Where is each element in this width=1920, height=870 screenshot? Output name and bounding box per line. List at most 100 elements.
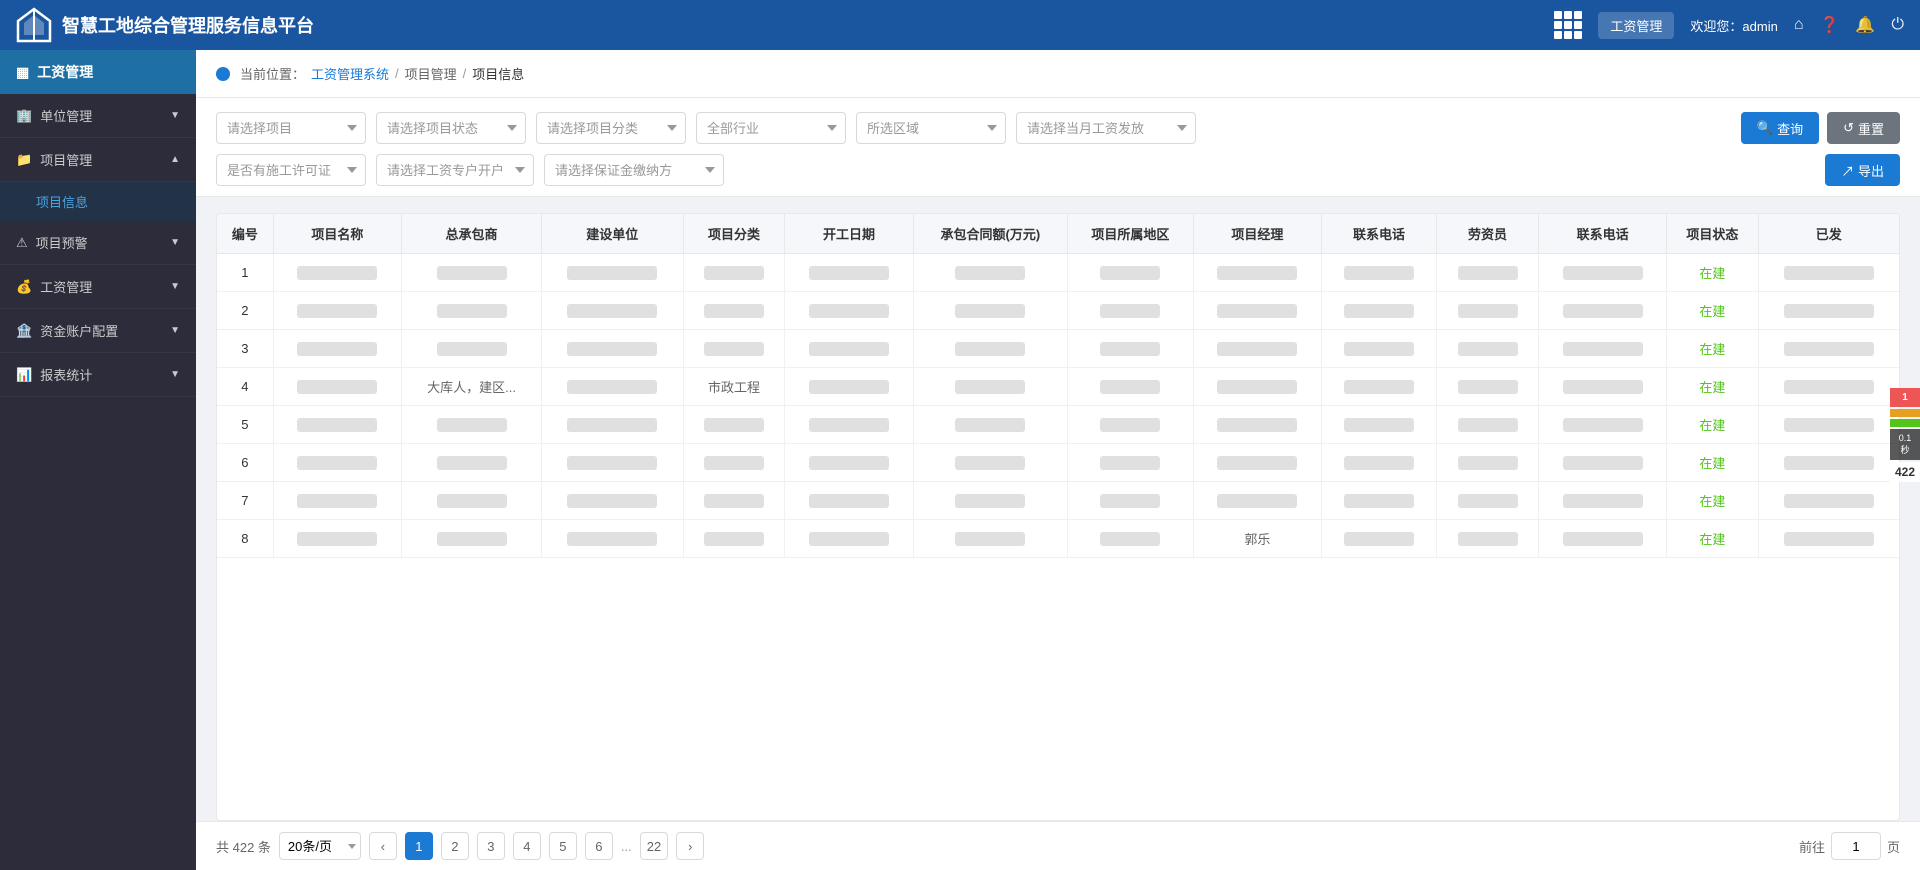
sidebar-item-project-info[interactable]: 项目信息 (0, 182, 196, 221)
sidebar-item-account-config[interactable]: 🏦 资金账户配置 ▼ (0, 309, 196, 353)
breadcrumb-sep-1: / (395, 66, 399, 81)
help-icon[interactable]: ❓ (1820, 15, 1840, 35)
col-manager: 项目经理 (1193, 214, 1321, 254)
filter-row-2-left: 是否有施工许可证 请选择工资专户开户 请选择保证金缴纳方 (216, 154, 724, 186)
main-layout: ▦ 工资管理 🏢 单位管理 ▼ 📁 项目管理 ▲ 项目信息 ⚠ (0, 50, 1920, 870)
breadcrumb: 当前位置： 工资管理系统 / 项目管理 / 项目信息 (196, 50, 1920, 98)
select-category[interactable]: 请选择项目分类 (536, 112, 686, 144)
sidebar-sub-project: 项目信息 (0, 182, 196, 221)
pagination-area: 共 422 条 20条/页 50条/页 100条/页 ‹ 1 2 3 4 5 6… (196, 821, 1920, 870)
select-guarantee[interactable]: 请选择保证金缴纳方 (544, 154, 724, 186)
table-area: 编号 项目名称 总承包商 建设单位 项目分类 开工日期 承包合同额(万元) 项目… (196, 197, 1920, 821)
home-icon[interactable]: ⌂ (1794, 16, 1804, 34)
col-contractor: 总承包商 (402, 214, 542, 254)
search-icon: 🔍 (1757, 120, 1773, 136)
sidebar-item-project-warning[interactable]: ⚠ 项目预警 ▼ (0, 221, 196, 265)
filter-row-1: 请选择项目 请选择项目状态 请选择项目分类 全部行业 所选区域 请选择当月工资发… (216, 112, 1900, 144)
sidebar-label-wage: 工资管理 (40, 277, 92, 296)
breadcrumb-sep-2: / (463, 66, 467, 81)
header: 智慧工地综合管理服务信息平台 工资管理 欢迎您：admin ⌂ ❓ 🔔 ⏻ (0, 0, 1920, 50)
col-start-date: 开工日期 (785, 214, 913, 254)
col-status: 项目状态 (1667, 214, 1758, 254)
select-wage-account[interactable]: 请选择工资专户开户 (376, 154, 534, 186)
chevron-wage: ▼ (170, 281, 180, 292)
table-row: 3 在建 (217, 330, 1899, 368)
right-panel-badge-1[interactable]: 1 (1890, 388, 1920, 407)
col-no: 编号 (217, 214, 273, 254)
col-paid: 已发 (1758, 214, 1899, 254)
logo-area: 智慧工地综合管理服务信息平台 (16, 7, 1554, 43)
select-wage-date[interactable]: 请选择当月工资发放 (1016, 112, 1196, 144)
bell-icon[interactable]: 🔔 (1855, 15, 1875, 35)
chevron-unit: ▼ (170, 110, 180, 121)
welcome-text: 欢迎您：admin (1690, 16, 1777, 35)
page-3-button[interactable]: 3 (477, 832, 505, 860)
select-area[interactable]: 所选区域 (856, 112, 1006, 144)
sidebar-label-unit: 单位管理 (40, 106, 92, 125)
right-panel-info[interactable]: 0.1秒 (1890, 429, 1920, 460)
sidebar-item-unit-mgmt[interactable]: 🏢 单位管理 ▼ (0, 94, 196, 138)
total-info: 共 422 条 (216, 837, 271, 856)
filter-row-2: 是否有施工许可证 请选择工资专户开户 请选择保证金缴纳方 ↗ 导出 (216, 154, 1900, 186)
page-1-button[interactable]: 1 (405, 832, 433, 860)
sidebar-top-label: 工资管理 (37, 62, 93, 82)
sidebar-item-report-stats[interactable]: 📊 报表统计 ▼ (0, 353, 196, 397)
account-icon: 🏦 (16, 323, 32, 339)
export-button[interactable]: ↗ 导出 (1825, 154, 1900, 186)
apps-icon[interactable] (1554, 11, 1582, 39)
logo-icon (16, 7, 52, 43)
table-wrapper: 编号 项目名称 总承包商 建设单位 项目分类 开工日期 承包合同额(万元) 项目… (216, 213, 1900, 821)
prev-page-button[interactable]: ‹ (369, 832, 397, 860)
page-size-select[interactable]: 20条/页 50条/页 100条/页 (279, 832, 361, 860)
table-row: 8 郭乐 在建 (217, 520, 1899, 558)
breadcrumb-item-2: 项目管理 (405, 64, 457, 83)
col-contract-amount: 承包合同额(万元) (913, 214, 1067, 254)
report-icon: 📊 (16, 367, 32, 383)
select-status[interactable]: 请选择项目状态 (376, 112, 526, 144)
breadcrumb-dot (216, 67, 230, 81)
page-2-button[interactable]: 2 (441, 832, 469, 860)
col-category: 项目分类 (683, 214, 785, 254)
page-6-button[interactable]: 6 (585, 832, 613, 860)
right-panel-green[interactable] (1890, 419, 1920, 427)
export-icon: ↗ (1841, 164, 1854, 179)
reset-button[interactable]: ↺ 重置 (1827, 112, 1900, 144)
sidebar-item-wage-mgmt[interactable]: 💰 工资管理 ▼ (0, 265, 196, 309)
sidebar-item-project-mgmt[interactable]: 📁 项目管理 ▲ (0, 138, 196, 182)
table-header-row: 编号 项目名称 总承包商 建设单位 项目分类 开工日期 承包合同额(万元) 项目… (217, 214, 1899, 254)
right-panel-orange[interactable] (1890, 409, 1920, 417)
table-row: 1 在建 (217, 254, 1899, 292)
col-name: 项目名称 (273, 214, 401, 254)
data-table: 编号 项目名称 总承包商 建设单位 项目分类 开工日期 承包合同额(万元) 项目… (217, 214, 1899, 558)
right-panel-count: 422 (1890, 462, 1920, 482)
col-phone1: 联系电话 (1322, 214, 1437, 254)
ellipsis: ... (621, 839, 632, 854)
content-area: 当前位置： 工资管理系统 / 项目管理 / 项目信息 请选择项目 请选择项目状态… (196, 50, 1920, 870)
page-5-button[interactable]: 5 (549, 832, 577, 860)
warning-icon: ⚠ (16, 235, 28, 251)
sidebar-label-report: 报表统计 (40, 365, 92, 384)
query-button[interactable]: 🔍 查询 (1741, 112, 1819, 144)
module-label[interactable]: 工资管理 (1598, 12, 1674, 39)
page-4-button[interactable]: 4 (513, 832, 541, 860)
sidebar-label-project: 项目管理 (40, 150, 92, 169)
table-row: 4 大库人，建区... 市政工程 在建 (217, 368, 1899, 406)
next-page-button[interactable]: › (676, 832, 704, 860)
reset-icon: ↺ (1843, 120, 1854, 136)
select-permit[interactable]: 是否有施工许可证 (216, 154, 366, 186)
page-unit: 页 (1887, 837, 1900, 856)
goto-input[interactable] (1831, 832, 1881, 860)
col-region: 项目所属地区 (1068, 214, 1194, 254)
sidebar-label-account: 资金账户配置 (40, 321, 118, 340)
sidebar: ▦ 工资管理 🏢 单位管理 ▼ 📁 项目管理 ▲ 项目信息 ⚠ (0, 50, 196, 870)
app-title: 智慧工地综合管理服务信息平台 (62, 12, 314, 38)
table-row: 5 在建 (217, 406, 1899, 444)
goto-label: 前往 (1799, 837, 1825, 856)
power-icon[interactable]: ⏻ (1891, 16, 1904, 34)
building-icon: 🏢 (16, 108, 32, 124)
chevron-project: ▲ (170, 154, 180, 165)
last-page-button[interactable]: 22 (640, 832, 668, 860)
wage-icon: 💰 (16, 279, 32, 295)
select-industry[interactable]: 全部行业 (696, 112, 846, 144)
select-project[interactable]: 请选择项目 (216, 112, 366, 144)
